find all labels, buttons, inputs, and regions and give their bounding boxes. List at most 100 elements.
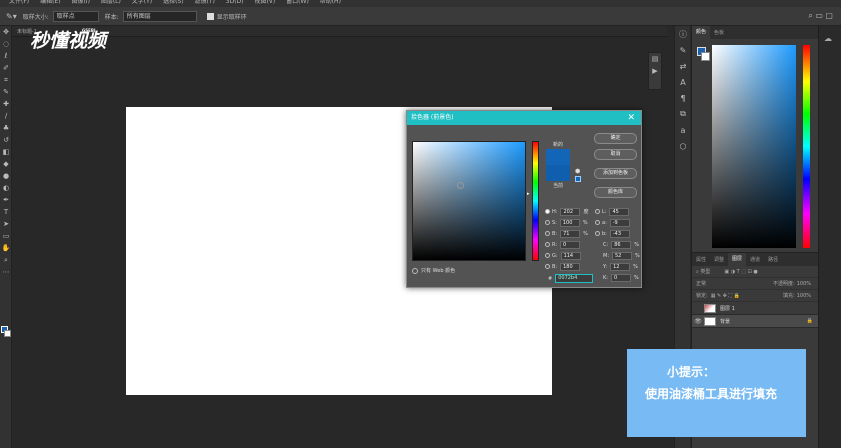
hex-input[interactable]: 0072b4: [555, 274, 594, 283]
cancel-button[interactable]: 取消: [594, 149, 637, 160]
color-libraries-button[interactable]: 颜色库: [594, 187, 637, 198]
web-only-checkbox[interactable]: [412, 267, 418, 274]
green-input[interactable]: 114: [560, 251, 581, 260]
lock-icons[interactable]: ▦ ✎ ✥ ⛶ 🔒: [711, 293, 740, 299]
paint-bucket-tool-icon[interactable]: ◆: [0, 158, 12, 170]
add-to-swatches-button[interactable]: 添加到色板: [594, 168, 637, 179]
web-safe-swatch[interactable]: [575, 176, 581, 182]
saturation-brightness-field[interactable]: [412, 141, 526, 261]
tab-paths[interactable]: 路径: [764, 256, 782, 263]
eye-icon[interactable]: 👁: [692, 318, 704, 325]
filter-icons[interactable]: ▣ ◑ T ⬚ ⊡ ●: [724, 269, 757, 275]
blue-input[interactable]: 180: [560, 262, 581, 271]
history-brush-icon[interactable]: ↺: [0, 134, 12, 146]
fill-value[interactable]: 100%: [797, 293, 811, 299]
hand-tool-icon[interactable]: ✋: [0, 242, 12, 254]
menu-window[interactable]: 窗口(W): [286, 0, 309, 5]
menu-filter[interactable]: 滤镜(T): [195, 0, 215, 5]
layer-row-background[interactable]: 👁 背景 🔒: [692, 315, 819, 328]
healing-tool-icon[interactable]: ✚: [0, 98, 12, 110]
red-input[interactable]: 0: [560, 240, 581, 249]
layer-filter-row[interactable]: ⌕ 类型 ▣ ◑ T ⬚ ⊡ ●: [692, 266, 819, 278]
menu-view[interactable]: 视图(V): [254, 0, 275, 5]
eyedropper-tool-icon[interactable]: ✎: [0, 86, 12, 98]
menu-file[interactable]: 文件(F): [9, 0, 29, 5]
show-ring-checkbox[interactable]: [206, 12, 214, 20]
brush-settings-icon[interactable]: ✎: [675, 42, 691, 58]
eraser-tool-icon[interactable]: ◧: [0, 146, 12, 158]
lab-a-radio[interactable]: [595, 220, 600, 225]
tab-channels[interactable]: 通道: [746, 256, 764, 263]
brightness-input[interactable]: 71: [560, 229, 581, 238]
menu-layer[interactable]: 图层(L): [101, 0, 121, 5]
lasso-tool-icon[interactable]: ℓ: [0, 50, 12, 62]
brush-tool-icon[interactable]: ∕: [0, 110, 12, 122]
stamp-tool-icon[interactable]: ♣: [0, 122, 12, 134]
path-select-tool-icon[interactable]: ➤: [0, 218, 12, 230]
lab-b-radio[interactable]: [595, 231, 600, 236]
tab-properties[interactable]: 属性: [692, 256, 710, 263]
cyan-input[interactable]: 86: [611, 240, 632, 249]
document-tab[interactable]: 未标题-1: [12, 26, 667, 37]
lab-b-input[interactable]: -43: [609, 229, 630, 238]
ok-button[interactable]: 确定: [594, 133, 637, 144]
lab-a-input[interactable]: -9: [609, 218, 630, 227]
search-icon[interactable]: ⌕ ▭ ▢: [808, 11, 833, 21]
glyphs-icon[interactable]: a: [675, 122, 691, 138]
background-color-swatch[interactable]: [4, 330, 11, 337]
panel-background-swatch[interactable]: [701, 52, 710, 61]
tab-adjustments[interactable]: 调整: [710, 256, 728, 263]
quick-select-tool-icon[interactable]: ✐: [0, 62, 12, 74]
green-radio[interactable]: [545, 253, 550, 258]
tab-swatches[interactable]: 色板: [710, 29, 728, 36]
menu-edit[interactable]: 编辑(E): [40, 0, 60, 5]
menu-image[interactable]: 图像(I): [71, 0, 89, 5]
web-only-option[interactable]: 只有 Web 颜色: [412, 267, 455, 274]
menu-select[interactable]: 选择(S): [163, 0, 184, 5]
blend-mode-dropdown[interactable]: 正常: [696, 280, 706, 287]
black-input[interactable]: 0: [610, 273, 631, 282]
eyedropper-icon[interactable]: ✎▾: [6, 12, 17, 21]
layer-row-1[interactable]: 图层 1: [692, 302, 819, 315]
pen-tool-icon[interactable]: ✒: [0, 194, 12, 206]
character-icon[interactable]: A: [675, 74, 691, 90]
lab-l-input[interactable]: 45: [609, 207, 630, 216]
dodge-tool-icon[interactable]: ◐: [0, 182, 12, 194]
tab-layers[interactable]: 图层: [728, 253, 747, 266]
brightness-radio[interactable]: [545, 231, 550, 236]
magenta-input[interactable]: 52: [612, 251, 632, 260]
picker-ring[interactable]: [457, 182, 464, 189]
sample-size-dropdown[interactable]: 取样点: [52, 10, 99, 22]
saturation-input[interactable]: 100: [559, 218, 580, 227]
zoom-tool-icon[interactable]: ⌕: [0, 254, 12, 266]
paragraph-icon[interactable]: ¶: [675, 90, 691, 106]
info-icon[interactable]: ⓘ: [675, 26, 691, 42]
shape-tool-icon[interactable]: ▭: [0, 230, 12, 242]
hue-radio[interactable]: [545, 209, 550, 214]
hue-slider-arrow-icon[interactable]: ▸: [527, 191, 530, 197]
lab-l-radio[interactable]: [595, 209, 600, 214]
menu-help[interactable]: 帮助(H): [320, 0, 341, 5]
menu-type[interactable]: 文字(Y): [132, 0, 152, 5]
play-icon[interactable]: ▶: [649, 65, 661, 77]
opacity-value[interactable]: 100%: [797, 281, 811, 287]
menu-3d[interactable]: 3D(D): [226, 0, 244, 5]
dialog-title-bar[interactable]: 拾色器 (前景色) ✕: [407, 111, 641, 125]
tab-color[interactable]: 颜色: [692, 26, 711, 39]
color-field[interactable]: [712, 45, 796, 248]
marquee-tool-icon[interactable]: ◌: [0, 38, 12, 50]
hue-strip[interactable]: [532, 141, 539, 261]
yellow-input[interactable]: 12: [610, 262, 631, 271]
history-icon[interactable]: ▤: [649, 53, 661, 65]
more-tools-icon[interactable]: ⋯: [0, 266, 12, 278]
saturation-radio[interactable]: [545, 220, 550, 225]
gamut-warning-icon[interactable]: ⬢: [575, 168, 580, 175]
blur-tool-icon[interactable]: ●: [0, 170, 12, 182]
blue-radio[interactable]: [545, 264, 550, 269]
adjust-icon[interactable]: ⇄: [675, 58, 691, 74]
hue-slider[interactable]: [803, 45, 810, 248]
red-radio[interactable]: [545, 242, 550, 247]
type-tool-icon[interactable]: T: [0, 206, 12, 218]
hue-input[interactable]: 202: [560, 207, 581, 216]
cloud-icon[interactable]: ☁: [824, 34, 841, 43]
